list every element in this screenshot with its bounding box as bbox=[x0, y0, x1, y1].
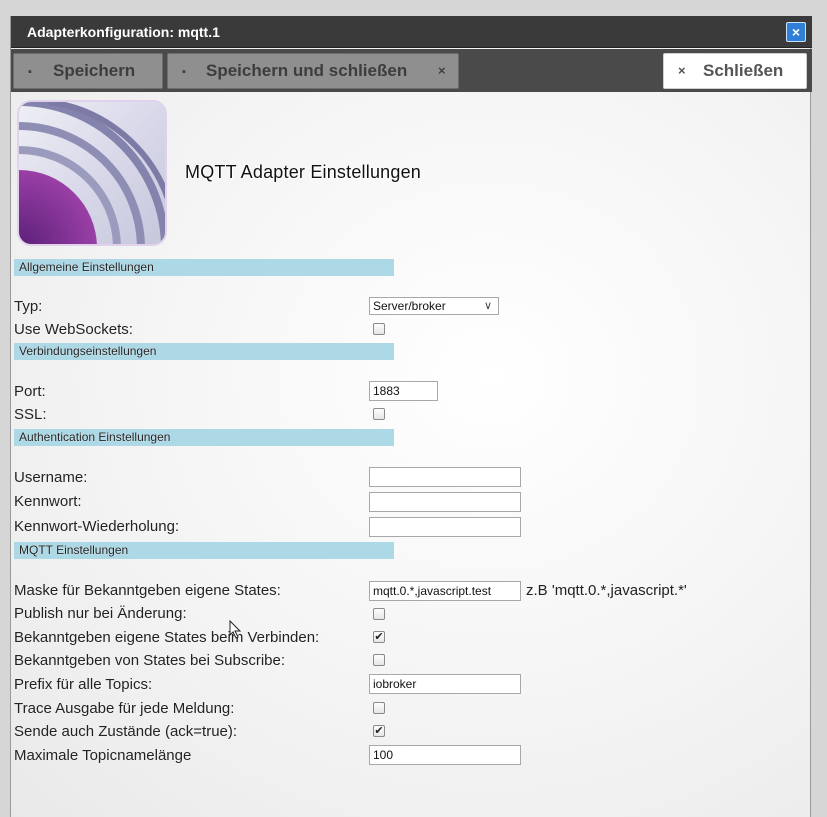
mask-hint: z.B 'mqtt.0.*,javascript.*' bbox=[526, 582, 687, 599]
send-ack-label: Sende auch Zustände (ack=true): bbox=[14, 723, 238, 740]
port-input[interactable] bbox=[369, 381, 438, 401]
type-label: Typ: bbox=[14, 298, 43, 315]
floppy-disk-icon: ▪ bbox=[28, 66, 32, 78]
mask-label: Maske für Bekanntgeben eigene States: bbox=[14, 582, 281, 599]
dialog-titlebar: Adapterkonfiguration: mqtt.1 × bbox=[11, 16, 812, 48]
announce-subscribe-checkbox[interactable] bbox=[373, 654, 385, 666]
chevron-down-icon: ∨ bbox=[483, 300, 492, 312]
close-button-label: Schließen bbox=[703, 61, 784, 80]
max-topic-label: Maximale Topicnamelänge bbox=[14, 747, 192, 764]
page-title: MQTT Adapter Einstellungen bbox=[185, 162, 421, 182]
username-label: Username: bbox=[14, 469, 88, 486]
section-mqtt: MQTT Einstellungen bbox=[14, 542, 394, 559]
announce-subscribe-label: Bekanntgeben von States bei Subscribe: bbox=[14, 652, 286, 669]
section-connection: Verbindungseinstellungen bbox=[14, 343, 394, 360]
close-icon[interactable]: × bbox=[786, 22, 806, 42]
max-topic-input[interactable] bbox=[369, 745, 521, 765]
save-button-label: Speichern bbox=[53, 61, 136, 80]
port-label: Port: bbox=[14, 383, 46, 400]
ssl-checkbox[interactable] bbox=[373, 408, 385, 420]
publish-change-label: Publish nur bei Änderung: bbox=[14, 605, 187, 622]
check-icon: ✔ bbox=[374, 631, 384, 643]
announce-connect-label: Bekanntgeben eigene States beim Verbinde… bbox=[14, 629, 320, 646]
adapter-config-dialog: Adapterkonfiguration: mqtt.1 × ▪ Speiche… bbox=[10, 16, 812, 817]
trace-checkbox[interactable] bbox=[373, 702, 385, 714]
floppy-disk-icon: ▪ bbox=[182, 66, 186, 78]
mouse-pointer-icon bbox=[229, 620, 242, 639]
username-input[interactable] bbox=[369, 467, 521, 487]
save-and-close-label: Speichern und schließen bbox=[206, 61, 408, 80]
type-select[interactable]: Server/broker ∨ bbox=[369, 297, 499, 315]
close-icon: × bbox=[438, 63, 446, 78]
send-ack-checkbox[interactable]: ✔ bbox=[373, 725, 385, 737]
mask-input[interactable] bbox=[369, 581, 521, 601]
password-input[interactable] bbox=[369, 492, 521, 512]
websockets-label: Use WebSockets: bbox=[14, 321, 133, 338]
password-repeat-input[interactable] bbox=[369, 517, 521, 537]
section-auth: Authentication Einstellungen bbox=[14, 429, 394, 446]
save-button[interactable]: ▪ Speichern bbox=[13, 53, 163, 89]
save-and-close-button[interactable]: ▪ Speichern und schließen × bbox=[167, 53, 459, 89]
type-select-value: Server/broker bbox=[373, 299, 446, 313]
trace-label: Trace Ausgabe für jede Meldung: bbox=[14, 700, 235, 717]
dialog-title: Adapterkonfiguration: mqtt.1 bbox=[27, 24, 220, 40]
password-label: Kennwort: bbox=[14, 493, 82, 510]
close-icon: × bbox=[678, 63, 686, 78]
websockets-checkbox[interactable] bbox=[373, 323, 385, 335]
check-icon: ✔ bbox=[374, 725, 384, 737]
password-repeat-label: Kennwort-Wiederholung: bbox=[14, 518, 180, 535]
mqtt-logo bbox=[17, 100, 167, 246]
announce-connect-checkbox[interactable]: ✔ bbox=[373, 631, 385, 643]
toolbar: ▪ Speichern ▪ Speichern und schließen × … bbox=[11, 49, 812, 92]
mqtt-logo-graphic bbox=[19, 102, 165, 244]
prefix-label: Prefix für alle Topics: bbox=[14, 676, 153, 693]
ssl-label: SSL: bbox=[14, 406, 47, 423]
prefix-input[interactable] bbox=[369, 674, 521, 694]
close-button[interactable]: × Schließen bbox=[663, 53, 807, 89]
publish-change-checkbox[interactable] bbox=[373, 608, 385, 620]
section-general: Allgemeine Einstellungen bbox=[14, 259, 394, 276]
